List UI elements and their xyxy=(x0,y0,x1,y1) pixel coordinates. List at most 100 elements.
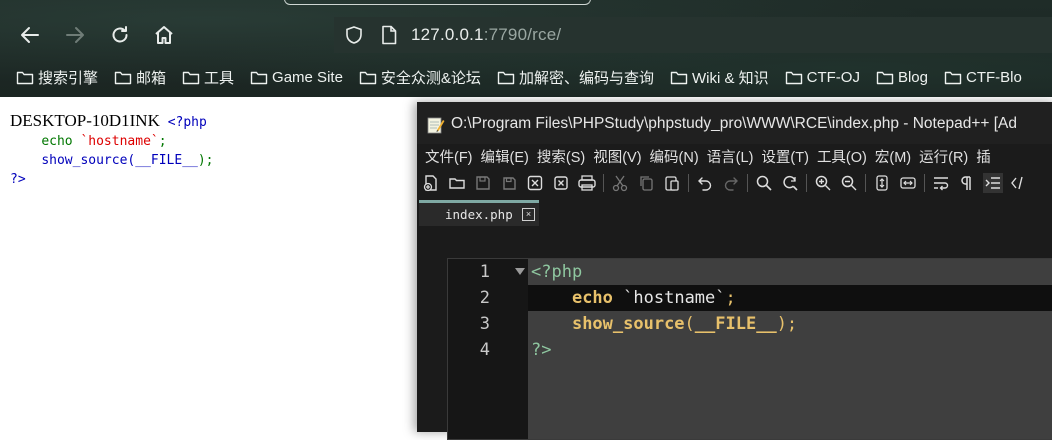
bookmark-label: 搜索引擎 xyxy=(38,69,99,87)
word-wrap-button[interactable] xyxy=(931,173,951,193)
source-show-source: show_source( xyxy=(41,153,136,168)
zoom-out-button[interactable] xyxy=(839,173,859,193)
menu-tools[interactable]: 工具(O) xyxy=(817,146,867,168)
menu-bar: 文件(F) 编辑(E) 搜索(S) 视图(V) 编码(N) 语言(L) 设置(T… xyxy=(417,146,1052,168)
sync-vertical-icon xyxy=(876,175,888,191)
find-button[interactable] xyxy=(754,173,774,193)
indent-guide-button[interactable] xyxy=(983,173,1003,193)
arrow-right-icon xyxy=(66,27,84,43)
tab-label: index.php xyxy=(445,207,513,222)
window-titlebar[interactable]: O:\Program Files\PHPStudy\phpstudy_pro\W… xyxy=(417,102,1052,144)
print-icon xyxy=(578,175,596,191)
bookmark-folder[interactable]: Game Site xyxy=(250,69,343,86)
tab-index-php[interactable]: index.php × xyxy=(419,200,539,226)
menu-plugins[interactable]: 插 xyxy=(976,146,991,168)
cut-button[interactable] xyxy=(610,173,630,193)
menu-edit[interactable]: 编辑(E) xyxy=(481,146,529,168)
editor-area[interactable]: 1 2 3 4 <?php echo `hostname`; show_sour… xyxy=(447,258,1052,440)
close-all-button[interactable] xyxy=(551,173,571,193)
page-icon[interactable] xyxy=(380,25,398,45)
forward-button[interactable] xyxy=(62,22,88,48)
php-source-output: DESKTOP-10D1INK <?php echo `hostname`; s… xyxy=(10,111,214,189)
url-path: :7790/rce/ xyxy=(483,25,562,44)
paste-button[interactable] xyxy=(662,173,682,193)
save-icon xyxy=(476,176,490,190)
menu-view[interactable]: 视图(V) xyxy=(593,146,641,168)
source-file-const: __FILE__ xyxy=(135,153,198,168)
bookmark-folder[interactable]: CTF-OJ xyxy=(785,69,860,86)
replace-button[interactable] xyxy=(780,173,800,193)
php-close-tag: ?> xyxy=(531,340,552,360)
reload-button[interactable] xyxy=(107,22,133,48)
line-number: 4 xyxy=(479,340,490,360)
folder-icon xyxy=(497,71,515,84)
redo-button[interactable] xyxy=(721,173,741,193)
hostname-output: DESKTOP-10D1INK xyxy=(10,111,160,130)
sync-vertical-button[interactable] xyxy=(872,173,892,193)
bookmark-folder[interactable]: Wiki & 知识 xyxy=(670,67,769,88)
folder-open-icon xyxy=(449,178,465,189)
new-file-button[interactable] xyxy=(421,173,441,193)
sync-horizontal-button[interactable] xyxy=(898,173,918,193)
sync-horizontal-icon xyxy=(900,177,916,189)
shield-icon[interactable] xyxy=(344,25,364,45)
paste-icon xyxy=(665,176,679,191)
save-all-button[interactable] xyxy=(499,173,519,193)
undo-icon xyxy=(698,177,712,191)
close-icon xyxy=(527,175,543,191)
home-button[interactable] xyxy=(151,22,177,48)
show-all-chars-button[interactable] xyxy=(957,173,977,193)
address-bar[interactable]: 127.0.0.1:7790/rce/ xyxy=(334,17,1052,53)
menu-macro[interactable]: 宏(M) xyxy=(875,146,911,168)
word-wrap-icon xyxy=(934,177,949,191)
print-button[interactable] xyxy=(577,173,597,193)
bookmark-label: 邮箱 xyxy=(136,69,167,87)
lang-button[interactable] xyxy=(1009,173,1029,193)
bookmark-folder[interactable]: 搜索引擎 xyxy=(16,67,98,88)
menu-language[interactable]: 语言(L) xyxy=(707,146,754,168)
paren-close: ); xyxy=(776,314,798,334)
code-icon xyxy=(1011,176,1023,190)
folder-icon xyxy=(16,71,34,84)
bookmark-folder[interactable]: 加解密、编码与查询 xyxy=(497,67,654,88)
notepadpp-logo-icon xyxy=(427,117,445,134)
menu-settings[interactable]: 设置(T) xyxy=(761,146,809,168)
menu-search[interactable]: 搜索(S) xyxy=(537,146,585,168)
open-file-button[interactable] xyxy=(447,173,467,193)
save-button[interactable] xyxy=(473,173,493,193)
menu-run[interactable]: 运行(R) xyxy=(919,146,968,168)
tab-close-icon[interactable]: × xyxy=(522,208,535,221)
bookmark-folder[interactable]: CTF-Blo xyxy=(944,69,1022,86)
active-tab-edge[interactable] xyxy=(284,0,591,5)
url-text[interactable]: 127.0.0.1:7790/rce/ xyxy=(411,25,561,45)
redo-icon xyxy=(724,177,738,191)
php-open-tag: <?php xyxy=(531,262,583,282)
menu-file[interactable]: 文件(F) xyxy=(425,146,473,168)
toolbar-separator xyxy=(603,174,604,192)
menu-encoding[interactable]: 编码(N) xyxy=(650,146,699,168)
undo-button[interactable] xyxy=(695,173,715,193)
echo-keyword: echo xyxy=(571,288,613,308)
function-name: show_source xyxy=(571,314,685,334)
zoom-in-button[interactable] xyxy=(813,173,833,193)
bookmark-folder[interactable]: 邮箱 xyxy=(114,67,166,88)
save-all-icon xyxy=(503,177,516,190)
bookmark-folder[interactable]: 工具 xyxy=(182,67,234,88)
line-number: 3 xyxy=(479,314,490,334)
bookmark-folder[interactable]: Blog xyxy=(876,69,928,86)
bookmark-label: Game Site xyxy=(272,68,343,86)
fold-margin xyxy=(512,259,528,439)
bookmark-label: CTF-OJ xyxy=(806,68,860,86)
paren-open: ( xyxy=(684,314,695,334)
back-button[interactable] xyxy=(17,22,43,48)
source-close-tag: ?> xyxy=(10,172,26,187)
copy-button[interactable] xyxy=(636,173,656,193)
close-file-button[interactable] xyxy=(525,173,545,193)
fold-arrow-icon[interactable] xyxy=(515,268,525,276)
bookmark-folder[interactable]: 安全众测&论坛 xyxy=(359,67,481,88)
line-number: 2 xyxy=(479,288,490,308)
folder-icon xyxy=(250,71,268,84)
browser-chrome: 127.0.0.1:7790/rce/ 搜索引擎 邮箱 工具 Game Site… xyxy=(0,0,1052,97)
source-echo: echo xyxy=(41,134,73,149)
folder-icon xyxy=(670,71,688,84)
